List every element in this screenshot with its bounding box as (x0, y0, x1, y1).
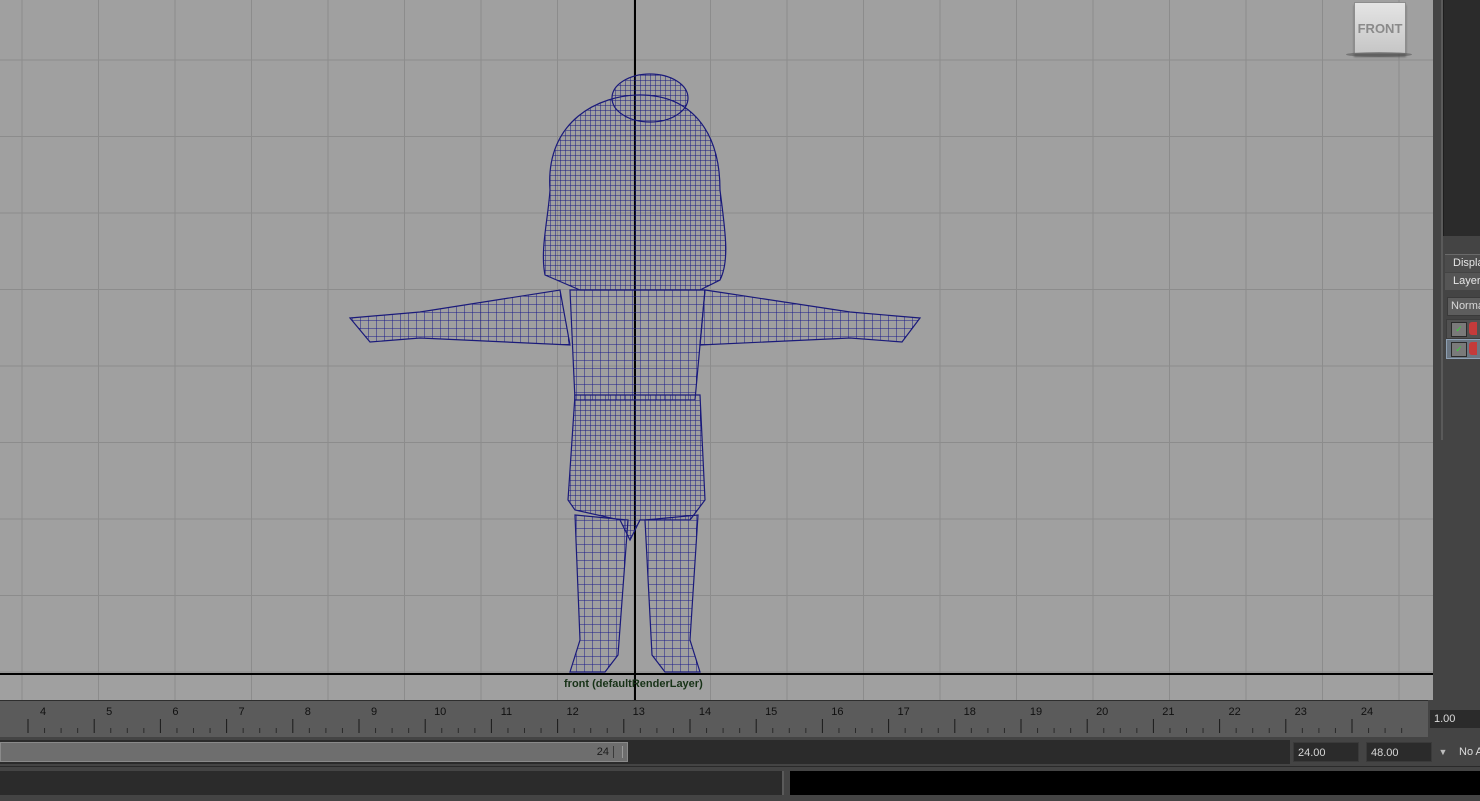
layer-color-swatch[interactable] (1469, 322, 1477, 335)
layer-row[interactable]: ✓ (1446, 319, 1480, 339)
viewcube-shadow (1346, 52, 1412, 57)
character-wireframe[interactable] (0, 0, 1433, 700)
ruler-tick-label: 23 (1295, 706, 1307, 718)
ruler-tick-label: 6 (172, 706, 178, 718)
ruler-tick-label: 20 (1096, 706, 1108, 718)
ruler-tick-label: 4 (40, 706, 46, 718)
command-result (790, 771, 1480, 795)
character-body (348, 73, 922, 673)
ruler-tick-label: 9 (371, 706, 377, 718)
anim-layer-dropdown[interactable]: No Anim Layer (1455, 742, 1480, 762)
ruler-tick-label: 7 (239, 706, 245, 718)
ruler-tick-label: 17 (897, 706, 909, 718)
chevron-down-icon[interactable]: ▼ (1436, 744, 1450, 760)
ruler-tick-label: 11 (501, 706, 512, 718)
ruler-tick-label: 18 (964, 706, 976, 718)
command-input[interactable] (0, 771, 784, 795)
ruler-tick-label: 22 (1228, 706, 1240, 718)
ruler-tick-label: 24 (1361, 706, 1373, 718)
animation-max-field[interactable]: 48.00 (1366, 742, 1432, 762)
range-slider-handle[interactable]: 24 (0, 742, 628, 762)
time-ruler[interactable]: 4 5 6 7 8 9 10 11 12 13 14 15 16 17 18 19 20 21 22 23 24 (0, 701, 1428, 737)
ruler-tick-label: 16 (831, 706, 843, 718)
layer-color-swatch[interactable] (1469, 342, 1477, 355)
command-line (0, 766, 1480, 801)
time-slider[interactable]: 4 5 6 7 8 9 10 11 12 13 14 15 16 17 18 19 20 21 22 23 24 (0, 700, 1428, 737)
ruler-tick-label: 8 (305, 706, 311, 718)
visibility-toggle-icon[interactable]: ✓ (1451, 322, 1467, 337)
ruler-tick-label: 19 (1030, 706, 1042, 718)
range-grip-icon[interactable] (613, 746, 623, 758)
ruler-tick-label: 12 (566, 706, 578, 718)
layer-row-selected[interactable]: ✓ (1446, 339, 1480, 359)
range-slider[interactable]: 24 (0, 740, 1290, 764)
ruler-tick-label: 15 (765, 706, 777, 718)
current-frame-field[interactable]: 1.00 (1430, 710, 1480, 728)
front-viewport[interactable]: FRONT front (defaultRenderLayer) (0, 0, 1433, 700)
right-dock: Display Layers Normal ✓ ✓ (1433, 0, 1480, 800)
camera-label: front (defaultRenderLayer) (564, 678, 703, 690)
channel-box-panel[interactable] (1443, 0, 1480, 236)
range-handle-label: 24 (596, 746, 609, 758)
tab-layers[interactable]: Layers (1445, 273, 1480, 290)
ruler-tick-label: 5 (106, 706, 112, 718)
ruler-tick-label: 21 (1162, 706, 1174, 718)
ruler-tick-label: 10 (434, 706, 446, 718)
layer-blend-mode-select[interactable]: Normal (1447, 297, 1480, 316)
viewcube-front[interactable]: FRONT (1354, 2, 1406, 54)
tab-display[interactable]: Display (1445, 254, 1480, 272)
visibility-toggle-icon[interactable]: ✓ (1451, 342, 1467, 357)
ruler-tick-label: 13 (633, 706, 645, 718)
ruler-tick-label: 14 (699, 706, 711, 718)
animation-end-field[interactable]: 24.00 (1293, 742, 1359, 762)
